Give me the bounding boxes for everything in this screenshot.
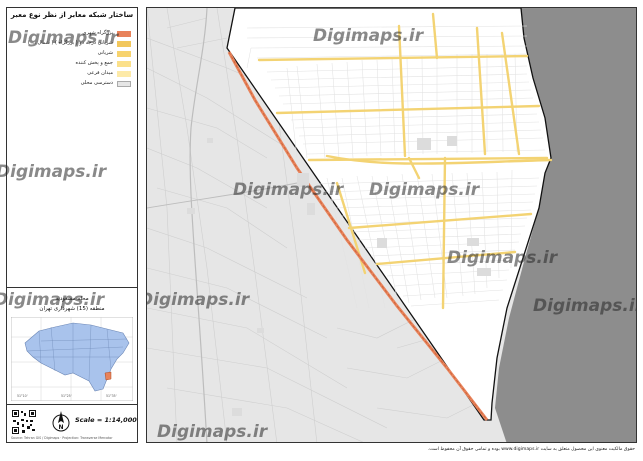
- legend-label: شریانی درجه دو ( بزرگراه ) ( شمال ... ): [27, 40, 113, 46]
- scale-label: Scale = 1:14,000: [75, 416, 137, 424]
- map-sheet: ساختار شبکه معابر از نظر نوع معبر بزرگرا…: [0, 0, 643, 461]
- legend-item-local: دسترسی محلی: [13, 80, 133, 89]
- legend-swatch: [117, 71, 131, 77]
- legend-label: شریانی: [97, 50, 113, 56]
- side-panel: ساختار شبکه معابر از نظر نوع معبر بزرگرا…: [6, 7, 138, 443]
- locator-title: محله مسعودیه: [55, 296, 89, 302]
- svg-text:51°25': 51°25': [61, 394, 72, 398]
- legend-swatch: [117, 61, 131, 67]
- legend-item-highway: بزرگراه شهری: [13, 30, 133, 39]
- map-footer: N Scale = 1:14,000 Source: Tehran GIS / …: [7, 406, 137, 442]
- north-label: N: [58, 424, 63, 431]
- legend-item-square: میدان فرعی: [13, 70, 133, 79]
- north-arrow-icon: N: [52, 411, 70, 432]
- legend-swatch: [117, 41, 131, 47]
- locator-map-box: محله مسعودیه منطقه (15) شهرداری تهران 51…: [7, 289, 137, 405]
- locator-map: 51°10' 51°25' 51°35': [11, 317, 133, 401]
- legend-item-arterial-2: شریانی درجه دو ( بزرگراه ) ( شمال ... ): [13, 40, 133, 49]
- legend: ساختار شبکه معابر از نظر نوع معبر بزرگرا…: [7, 8, 137, 288]
- legend-swatch: [117, 31, 131, 37]
- locator-subtitle: منطقه (15) شهرداری تهران: [39, 306, 105, 312]
- legend-label: میدان فرعی: [87, 70, 113, 76]
- highlight-neighborhood: [104, 371, 112, 381]
- svg-text:51°10': 51°10': [17, 394, 28, 398]
- main-map: Digimaps.ir Digimaps.ir Digimaps.ir Digi…: [146, 7, 637, 443]
- legend-title: ساختار شبکه معابر از نظر نوع معبر: [10, 11, 134, 19]
- legend-swatch: [117, 81, 131, 87]
- credit-text: Source: Tehran GIS / Digimaps · Projecti…: [11, 436, 113, 440]
- legend-label: دسترسی محلی: [80, 80, 113, 86]
- map-canvas: [147, 8, 636, 442]
- legend-item-arterial: شریانی: [13, 50, 133, 59]
- legend-label: جمع و پخش کننده: [75, 60, 113, 66]
- legend-item-collector: جمع و پخش کننده: [13, 60, 133, 69]
- legend-label: بزرگراه شهری: [82, 30, 113, 36]
- legend-swatch: [117, 51, 131, 57]
- copyright-note: حقوق مالکیت معنوی این محصول متعلق به سای…: [427, 447, 635, 452]
- qr-code-icon: [11, 409, 37, 435]
- svg-text:51°35': 51°35': [106, 394, 117, 398]
